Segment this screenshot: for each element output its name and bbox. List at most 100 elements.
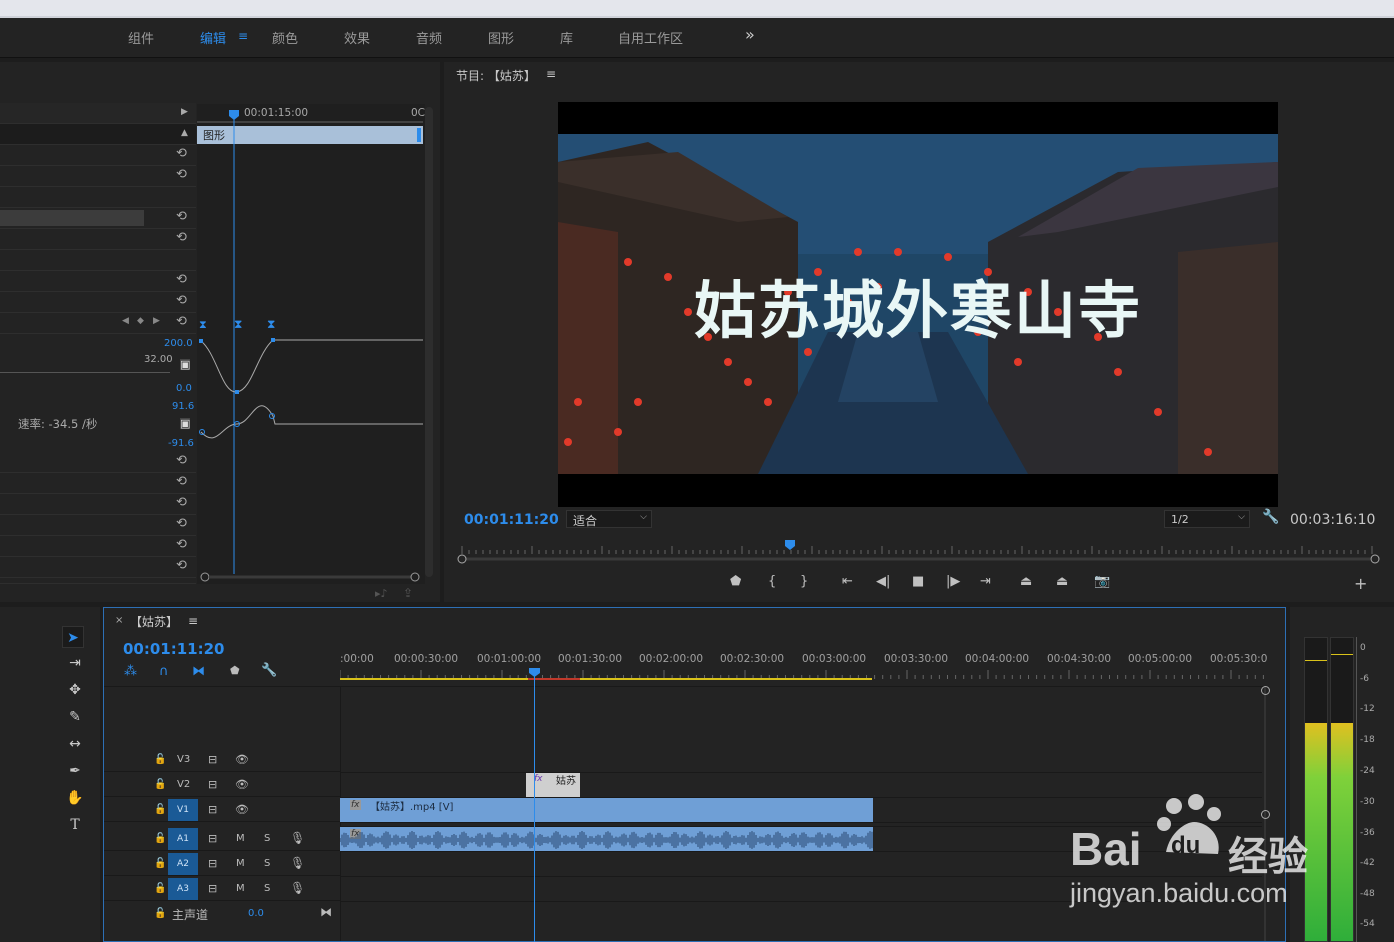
sync-lock-icon[interactable]: ⊟ — [208, 857, 217, 870]
program-video-frame[interactable]: 姑苏城外寒山寺 — [558, 102, 1278, 507]
workspace-tab-custom[interactable]: 自用工作区 — [618, 28, 683, 47]
export-icon[interactable]: ⇪ — [403, 586, 413, 600]
lock-icon[interactable]: 🔓 — [154, 883, 166, 894]
sync-lock-icon[interactable]: ⊟ — [208, 778, 217, 791]
hand-tool-icon[interactable]: ✋ — [64, 787, 86, 809]
mute-button[interactable]: M — [236, 883, 245, 894]
audio-clip-a1[interactable]: fx — [340, 827, 873, 851]
track-target-a3[interactable]: A3 — [168, 878, 198, 900]
program-monitor-title[interactable]: 节目: 【姑苏】 — [456, 67, 536, 84]
track-target-a2[interactable]: A2 — [168, 853, 198, 875]
scroll-handle-top[interactable] — [1261, 686, 1270, 695]
prev-keyframe-icon[interactable]: ◀ — [122, 316, 129, 326]
workspace-tab-effects[interactable]: 效果 — [344, 28, 370, 47]
eye-icon[interactable]: 👁 — [235, 778, 249, 791]
program-current-time[interactable]: 00:01:11:20 — [464, 512, 559, 528]
stop-icon[interactable]: ■ — [912, 574, 924, 589]
step-back-icon[interactable]: ◀| — [876, 574, 890, 589]
reset-icon[interactable]: ⟲ — [176, 495, 187, 510]
lock-icon[interactable]: 🔓 — [154, 754, 166, 765]
collapse-up-icon[interactable]: ▲ — [181, 128, 188, 138]
pen-tool-icon[interactable]: ✒ — [64, 760, 86, 782]
reset-icon[interactable]: ⟲ — [176, 314, 187, 329]
master-bowtie-icon[interactable]: ⧓ — [320, 905, 332, 919]
ec-scrollbar[interactable] — [425, 107, 433, 577]
sequence-tab[interactable]: 【姑苏】 — [130, 613, 178, 630]
timeline-settings-icon[interactable]: 🔧 — [261, 663, 277, 678]
microphone-icon[interactable]: 🎙 — [290, 856, 305, 870]
snap-icon[interactable]: ∩ — [159, 664, 169, 679]
next-keyframe-icon[interactable]: ▶ — [153, 316, 160, 326]
panel-menu-icon[interactable]: ≡ — [546, 67, 556, 81]
timeline-current-time[interactable]: 00:01:11:20 — [123, 640, 225, 658]
step-forward-icon[interactable]: |▶ — [946, 574, 960, 589]
type-tool-icon[interactable]: T — [64, 814, 86, 836]
sync-lock-icon[interactable]: ⊟ — [208, 753, 217, 766]
workspace-tab-graphics[interactable]: 图形 — [488, 28, 514, 47]
track-label-v3[interactable]: V3 — [177, 754, 190, 765]
sync-lock-icon[interactable]: ⊟ — [208, 803, 217, 816]
eye-icon[interactable]: 👁 — [235, 803, 249, 816]
mute-button[interactable]: M — [236, 833, 245, 844]
mark-out-icon[interactable]: } — [800, 574, 808, 589]
reset-icon[interactable]: ⟲ — [176, 230, 187, 245]
resolution-dropdown[interactable]: 1/2 ⌵ — [1164, 510, 1250, 528]
solo-button[interactable]: S — [264, 858, 270, 869]
fit-dropdown[interactable]: 适合 ⌵ — [566, 510, 652, 528]
sync-lock-icon[interactable]: ⊟ — [208, 832, 217, 845]
graph-toggle-icon[interactable]: ▣ — [180, 359, 191, 370]
linked-selection-icon[interactable]: ⧓ — [192, 664, 205, 679]
workspace-tab-libraries[interactable]: 库 — [560, 28, 573, 47]
wrench-settings-icon[interactable]: 🔧 — [1262, 509, 1279, 525]
track-label-v2[interactable]: V2 — [177, 779, 190, 790]
mute-button[interactable]: M — [236, 858, 245, 869]
reset-icon[interactable]: ⟲ — [176, 516, 187, 531]
workspace-tab-editing[interactable]: 编辑 — [200, 28, 226, 47]
track-select-tool-icon[interactable]: ⇥ — [64, 652, 86, 674]
razor-tool-icon[interactable]: ✎ — [64, 706, 86, 728]
add-marker-icon[interactable]: ⬟ — [730, 574, 741, 589]
extract-icon[interactable]: ⏏ — [1056, 574, 1068, 589]
nest-toggle-icon[interactable]: ⁂ — [124, 664, 137, 679]
lock-icon[interactable]: 🔓 — [154, 833, 166, 844]
solo-button[interactable]: S — [264, 883, 270, 894]
master-volume-value[interactable]: 0.0 — [248, 908, 264, 919]
microphone-icon[interactable]: 🎙 — [290, 881, 305, 895]
lock-icon[interactable]: 🔓 — [154, 779, 166, 790]
program-scrubber[interactable] — [452, 536, 1392, 566]
track-target-a1[interactable]: A1 — [168, 828, 198, 850]
filter-icon[interactable]: ▸♪ — [375, 587, 388, 600]
add-button-icon[interactable]: + — [1354, 574, 1367, 593]
reset-icon[interactable]: ⟲ — [176, 209, 187, 224]
reset-icon[interactable]: ⟲ — [176, 272, 187, 287]
close-tab-icon[interactable]: × — [115, 615, 123, 626]
sync-lock-icon[interactable]: ⊟ — [208, 882, 217, 895]
ripple-edit-tool-icon[interactable]: ✥ — [64, 679, 86, 701]
more-workspaces-icon[interactable]: » — [745, 25, 755, 44]
eye-icon[interactable]: 👁 — [235, 753, 249, 766]
reset-icon[interactable]: ⟲ — [176, 474, 187, 489]
video-clip-v1[interactable]: fx 【姑苏】.mp4 [V] — [340, 798, 873, 822]
keyframe-graph[interactable]: ⧗ ⧗ ⧗ — [197, 104, 425, 584]
lock-icon[interactable]: 🔓 — [154, 908, 166, 919]
color-swatch-bar[interactable] — [0, 210, 144, 226]
add-marker-icon[interactable]: ⬟ — [230, 664, 240, 677]
mark-in-icon[interactable]: { — [768, 574, 776, 589]
solo-button[interactable]: S — [264, 833, 270, 844]
go-to-in-icon[interactable]: ⇤ — [842, 574, 853, 589]
workspace-menu-icon[interactable]: ≡ — [238, 29, 248, 43]
lift-icon[interactable]: ⏏ — [1020, 574, 1032, 589]
slip-tool-icon[interactable]: ↔ — [64, 733, 86, 755]
add-keyframe-icon[interactable]: ◆ — [137, 316, 144, 326]
track-target-v1[interactable]: V1 — [168, 799, 198, 821]
reset-icon[interactable]: ⟲ — [176, 558, 187, 573]
expand-right-icon[interactable]: ▶ — [181, 107, 188, 117]
selection-tool-icon[interactable]: ➤ — [62, 626, 84, 648]
workspace-tab-assembly[interactable]: 组件 — [128, 28, 154, 47]
reset-icon[interactable]: ⟲ — [176, 537, 187, 552]
timeline-menu-icon[interactable]: ≡ — [188, 614, 198, 628]
reset-icon[interactable]: ⟲ — [176, 146, 187, 161]
reset-icon[interactable]: ⟲ — [176, 293, 187, 308]
reset-icon[interactable]: ⟲ — [176, 167, 187, 182]
lock-icon[interactable]: 🔓 — [154, 858, 166, 869]
